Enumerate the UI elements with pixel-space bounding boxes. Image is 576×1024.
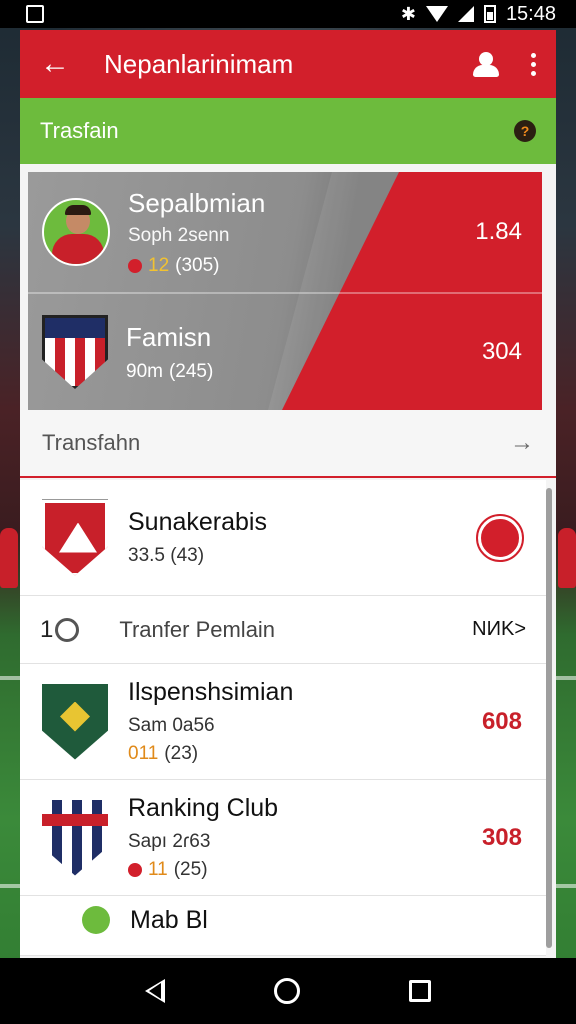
featured-name: Famisn <box>126 321 212 352</box>
more-vert-icon[interactable] <box>531 52 536 76</box>
player-avatar <box>42 198 110 266</box>
featured-card[interactable]: Sepalbmian Soph 2senn 12 (305) 1.84 Fami… <box>28 172 542 410</box>
list-item[interactable]: Ilspenshsimian Sam 0a56 011 (23) 608 <box>20 664 546 780</box>
featured-value: 304 <box>481 338 522 365</box>
item-value: 608 <box>481 707 522 735</box>
item-value: 308 <box>481 823 522 851</box>
transfers-label: Transfahn <box>42 430 141 455</box>
list-item[interactable]: Mab Bl <box>20 896 546 956</box>
featured-sub: Soph 2senn <box>128 224 230 246</box>
featured-row-club[interactable]: Famisn 90m (245) 304 <box>28 292 542 410</box>
subheader-bar[interactable]: Trasfain ? <box>20 98 556 164</box>
promo-link[interactable]: NИK> <box>472 618 526 641</box>
featured-stat-paren: (305) <box>175 254 220 276</box>
signal-icon <box>457 6 474 22</box>
featured-stat-paren: (245) <box>168 360 214 382</box>
featured-name: Sepalbmian <box>128 187 266 218</box>
background-player <box>558 528 576 588</box>
list-item[interactable]: Ranking Club Sapı 2ɾ63 11 (25) 308 <box>20 780 546 896</box>
item-name: Ranking Club <box>128 794 279 822</box>
item-sub: Sam 0a56 <box>128 715 215 736</box>
background-player <box>0 528 18 588</box>
item-stat: 33.5 (43) <box>128 545 205 566</box>
wifi-icon <box>425 6 448 22</box>
system-nav-bar <box>0 958 576 1024</box>
app-window: ← Nepanlarinimam Trasfain ? Sepalbmian S… <box>20 30 556 958</box>
promo-number: 1 <box>40 615 54 643</box>
bluetooth-icon: ✱ <box>400 3 416 24</box>
club-list: Sunakerabis 33.5 (43) 1 Tranfer Pemlain … <box>20 480 546 956</box>
status-bar: ✱ 15:48 <box>0 0 576 28</box>
arrow-right-icon[interactable]: → <box>510 429 534 457</box>
promo-text: Tranfer Pemlain <box>119 616 276 642</box>
page-title: Nepanlarinimam <box>104 48 294 79</box>
status-time: 15:48 <box>505 2 556 25</box>
app-bar: ← Nepanlarinimam <box>20 30 556 98</box>
featured-stat-num: 90m <box>126 360 163 382</box>
club-crest-icon <box>42 499 108 576</box>
club-crest-icon <box>42 315 108 389</box>
item-sub: Sapı 2ɾ63 <box>128 831 211 852</box>
featured-value: 1.84 <box>475 218 522 245</box>
item-stat-paren: (23) <box>164 743 199 764</box>
nav-home-icon[interactable] <box>273 978 300 1004</box>
ball-icon <box>55 617 80 642</box>
rating-dot-icon <box>128 258 142 273</box>
featured-stat-num: 12 <box>148 254 170 276</box>
nav-back-icon[interactable] <box>144 979 165 1003</box>
list-item[interactable]: Sunakerabis 33.5 (43) <box>20 480 546 596</box>
battery-icon <box>483 5 496 23</box>
gallery-icon <box>26 5 44 23</box>
transfer-promo-row[interactable]: 1 Tranfer Pemlain NИK> <box>20 596 546 664</box>
subheader-label: Trasfain <box>40 118 119 143</box>
item-name: Ilspenshsimian <box>128 678 294 706</box>
item-stat-paren: (25) <box>173 859 208 880</box>
club-crest-icon <box>42 683 108 760</box>
item-stat-num: 011 <box>128 743 159 764</box>
nav-recents-icon[interactable] <box>409 980 432 1002</box>
scrollbar[interactable] <box>546 488 552 948</box>
club-badge-icon[interactable] <box>476 513 524 562</box>
club-crest-icon <box>42 799 108 876</box>
profile-icon[interactable] <box>471 50 501 78</box>
rating-dot-icon <box>128 863 142 877</box>
transfers-header[interactable]: Transfahn → <box>20 410 556 478</box>
featured-row-player[interactable]: Sepalbmian Soph 2senn 12 (305) 1.84 <box>28 172 542 292</box>
info-icon[interactable]: ? <box>514 120 536 142</box>
item-name: Sunakerabis <box>128 508 267 536</box>
item-stat-num: 11 <box>148 859 168 880</box>
player-avatar <box>82 906 110 934</box>
item-name: Mab Bl <box>130 906 208 934</box>
arrow-left-icon[interactable]: ← <box>40 47 76 81</box>
